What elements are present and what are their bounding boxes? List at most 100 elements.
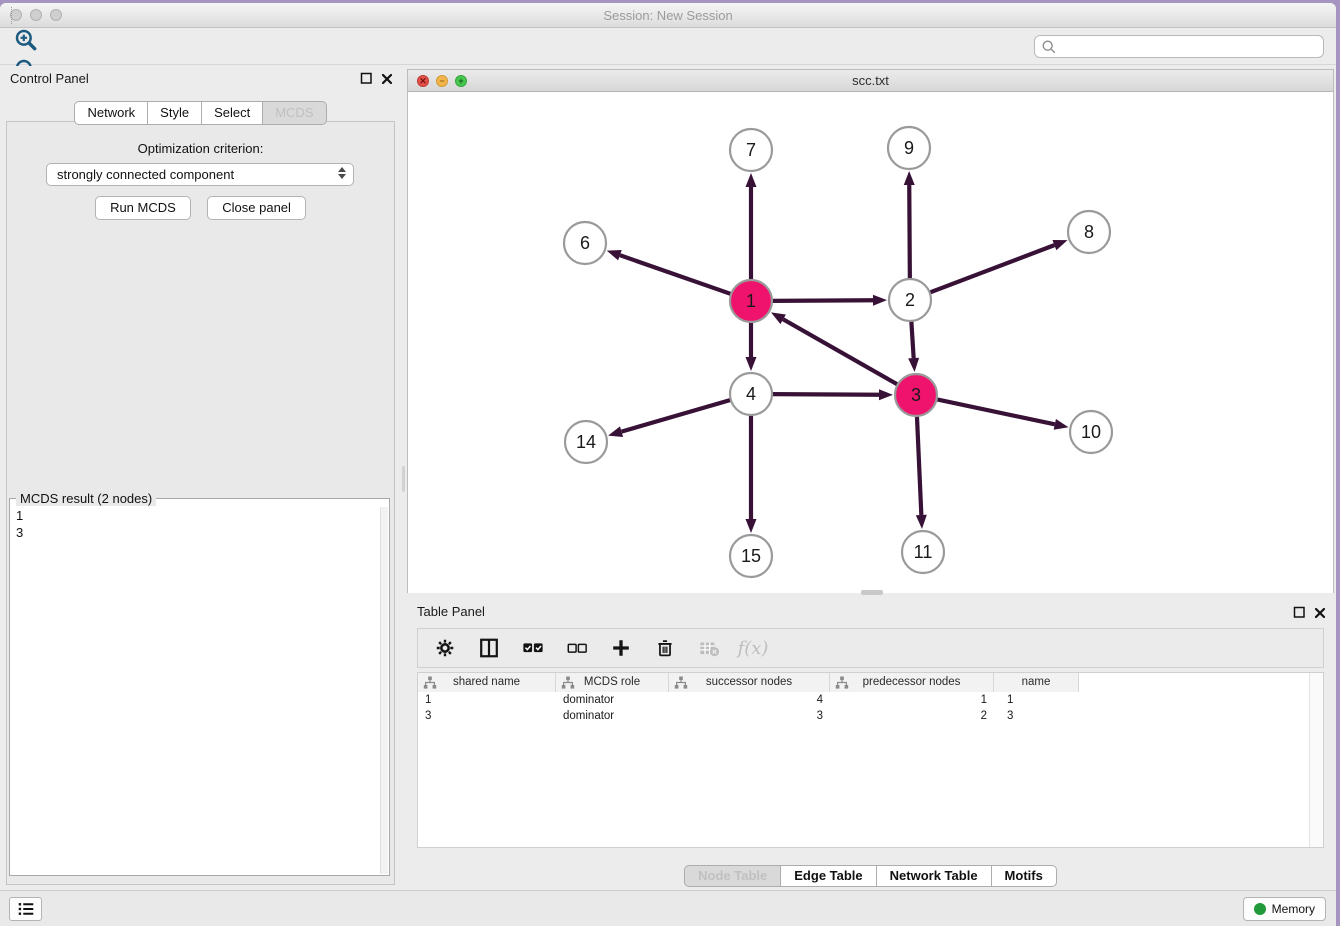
optimization-criterion-dropdown[interactable]: strongly connected component bbox=[46, 163, 354, 186]
float-table-panel-icon[interactable] bbox=[1293, 606, 1306, 619]
graph-node-label-9: 9 bbox=[904, 138, 914, 158]
zoom-in-icon[interactable] bbox=[6, 25, 46, 55]
dropdown-value: strongly connected component bbox=[57, 167, 234, 182]
network-hscrollbar[interactable] bbox=[861, 590, 883, 595]
graph-edge-arrowhead bbox=[1054, 419, 1069, 430]
graph-edge-3-10[interactable] bbox=[937, 399, 1055, 424]
column-header-successor-nodes[interactable]: successor nodes bbox=[669, 673, 830, 692]
memory-status-icon bbox=[1254, 903, 1266, 915]
table-cell[interactable]: dominator bbox=[556, 692, 669, 708]
app-titlebar: Session: New Session bbox=[0, 3, 1336, 28]
task-history-button[interactable] bbox=[9, 897, 42, 921]
tab-network-table[interactable]: Network Table bbox=[877, 865, 992, 887]
graph-node-label-1: 1 bbox=[746, 291, 756, 311]
network-title: scc.txt bbox=[408, 70, 1333, 91]
graph-edge-4-3[interactable] bbox=[772, 394, 879, 395]
table-cell[interactable]: 1 bbox=[830, 692, 994, 708]
tab-edge-table[interactable]: Edge Table bbox=[781, 865, 876, 887]
mcds-result-title: MCDS result (2 nodes) bbox=[16, 491, 156, 506]
control-panel-title: Control Panel bbox=[10, 71, 89, 86]
delete-row-icon[interactable] bbox=[654, 636, 676, 660]
graph-edge-arrowhead bbox=[607, 250, 622, 260]
column-header-predecessor-nodes[interactable]: predecessor nodes bbox=[830, 673, 994, 692]
graph-edge-2-9[interactable] bbox=[909, 185, 910, 279]
toolbar-separator bbox=[11, 7, 12, 24]
graph-edge-arrowhead bbox=[1052, 240, 1067, 250]
mcds-tab-content: Optimization criterion: strongly connect… bbox=[6, 121, 395, 885]
tab-style[interactable]: Style bbox=[148, 101, 202, 125]
graph-node-label-15: 15 bbox=[741, 546, 761, 566]
close-panel-icon[interactable] bbox=[381, 73, 393, 85]
column-header-name[interactable]: name bbox=[994, 673, 1079, 692]
graph-edge-3-11[interactable] bbox=[917, 416, 921, 515]
status-bar: Memory bbox=[0, 890, 1336, 926]
table-vscrollbar[interactable] bbox=[1309, 673, 1323, 847]
tab-motifs[interactable]: Motifs bbox=[992, 865, 1057, 887]
close-table-panel-icon[interactable] bbox=[1314, 607, 1326, 619]
graph-node-label-6: 6 bbox=[580, 233, 590, 253]
export-image-icon[interactable] bbox=[6, 3, 46, 7]
table-tabs: Node TableEdge TableNetwork TableMotifs bbox=[407, 865, 1334, 887]
memory-button[interactable]: Memory bbox=[1243, 897, 1326, 921]
table-cell[interactable]: dominator bbox=[556, 708, 669, 724]
table-cell[interactable]: 3 bbox=[418, 708, 556, 724]
maximize-window-button[interactable] bbox=[50, 9, 62, 21]
network-graph: 7968124314101511 bbox=[408, 92, 1333, 593]
settings-icon[interactable] bbox=[434, 636, 456, 660]
mcds-result-box: MCDS result (2 nodes) 1 3 bbox=[9, 498, 390, 876]
select-all-icon[interactable] bbox=[522, 636, 544, 660]
network-minimize-button[interactable]: − bbox=[436, 75, 448, 87]
graph-node-label-11: 11 bbox=[914, 542, 933, 562]
table-row[interactable]: 1dominator411 bbox=[418, 692, 1323, 708]
tab-network[interactable]: Network bbox=[74, 101, 148, 125]
table-cell[interactable]: 3 bbox=[994, 708, 1079, 724]
graph-edge-arrowhead bbox=[916, 515, 927, 529]
float-panel-icon[interactable] bbox=[360, 72, 373, 85]
graph-edge-2-8[interactable] bbox=[930, 245, 1055, 292]
search-icon bbox=[1040, 38, 1058, 56]
optimization-criterion-label: Optimization criterion: bbox=[7, 141, 394, 156]
column-header-shared-name[interactable]: shared name bbox=[418, 673, 556, 692]
graph-node-label-14: 14 bbox=[576, 432, 596, 452]
graph-edge-arrowhead bbox=[904, 171, 915, 185]
table-cell[interactable]: 2 bbox=[830, 708, 994, 724]
graph-edge-arrowhead bbox=[746, 357, 757, 371]
deselect-all-icon[interactable] bbox=[566, 636, 588, 660]
table-cell[interactable]: 4 bbox=[669, 692, 830, 708]
table-cell[interactable]: 3 bbox=[669, 708, 830, 724]
window-title: Session: New Session bbox=[0, 3, 1336, 28]
graph-edge-1-6[interactable] bbox=[620, 255, 731, 294]
graph-node-label-4: 4 bbox=[746, 384, 756, 404]
result-scrollbar[interactable] bbox=[380, 507, 388, 874]
table-cell[interactable]: 1 bbox=[418, 692, 556, 708]
search-input[interactable] bbox=[1058, 36, 1323, 57]
table-row[interactable]: 3dominator323 bbox=[418, 708, 1323, 724]
table-cell[interactable]: 1 bbox=[994, 692, 1079, 708]
graph-edge-2-3[interactable] bbox=[911, 321, 913, 358]
list-icon bbox=[16, 899, 36, 919]
graph-edge-arrowhead bbox=[771, 312, 786, 324]
graph-edge-4-14[interactable] bbox=[622, 400, 731, 432]
dropdown-stepper-icon bbox=[338, 167, 346, 179]
run-mcds-button[interactable]: Run MCDS bbox=[95, 196, 191, 220]
graph-node-label-8: 8 bbox=[1084, 222, 1094, 242]
graph-edge-3-1[interactable] bbox=[783, 319, 898, 384]
column-header-MCDS-role[interactable]: MCDS role bbox=[556, 673, 669, 692]
tab-select[interactable]: Select bbox=[202, 101, 263, 125]
network-titlebar[interactable]: ✕ − + scc.txt bbox=[408, 70, 1333, 92]
memory-label: Memory bbox=[1272, 902, 1315, 916]
graph-edge-1-2[interactable] bbox=[772, 300, 873, 301]
network-maximize-button[interactable]: + bbox=[455, 75, 467, 87]
columns-icon[interactable] bbox=[478, 636, 500, 660]
network-canvas[interactable]: 7968124314101511 bbox=[408, 92, 1333, 593]
tab-mcds[interactable]: MCDS bbox=[263, 101, 326, 125]
splitter-handle-icon bbox=[402, 466, 405, 492]
graph-edge-arrowhead bbox=[908, 358, 919, 372]
control-panel: Control Panel NetworkStyleSelectMCDS Opt… bbox=[0, 66, 401, 893]
close-panel-button[interactable]: Close panel bbox=[207, 196, 306, 220]
graph-node-label-7: 7 bbox=[746, 140, 756, 160]
tab-node-table[interactable]: Node Table bbox=[684, 865, 781, 887]
add-row-icon[interactable] bbox=[610, 636, 632, 660]
network-close-button[interactable]: ✕ bbox=[417, 75, 429, 87]
mcds-result-text[interactable]: 1 3 bbox=[16, 507, 377, 871]
